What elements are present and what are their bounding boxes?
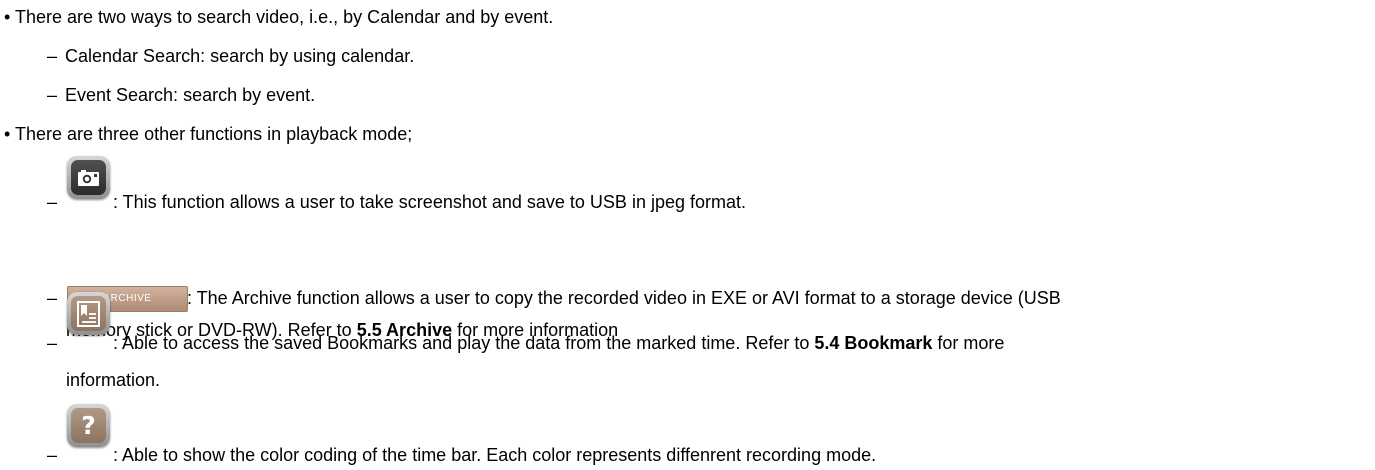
dash: – [47,288,58,308]
sub-item-event-search: – Event Search: search by event. [47,84,315,106]
screenshot-description: : This function allows a user to take sc… [113,192,746,212]
bullet-glyph: • [4,124,11,144]
dash: – [47,46,58,66]
sub-item-text: Event Search: search by event. [65,85,316,105]
bullet-text: There are two ways to search video, i.e.… [15,7,554,27]
dash: – [47,192,58,212]
question-mark-glyph: ? [81,411,96,440]
sub-item-bookmark: – [47,332,65,354]
dash: – [47,85,58,105]
bookmark-button[interactable] [67,292,110,335]
bookmark-icon [71,296,106,331]
bookmark-text-end: for more [932,333,1005,353]
question-mark-icon: ? [71,408,106,443]
help-button[interactable]: ? [67,404,110,447]
sub-item-help: – [47,444,65,466]
sub-item-archive: – [47,287,65,309]
bullet-glyph: • [4,7,11,27]
bookmark-description-continued: information. [66,370,161,390]
bookmark-description: : Able to access the saved Bookmarks and… [113,332,1004,354]
bookmark-section-ref: 5.4 Bookmark [814,333,933,353]
help-description: : Able to show the color coding of the t… [113,445,877,465]
dash: – [47,333,58,353]
dash: – [47,445,58,465]
camera-icon [71,160,106,195]
camera-button[interactable] [67,156,110,199]
sub-item-screenshot: – [47,191,65,213]
bullet-item-playback-functions: • There are three other functions in pla… [4,123,412,145]
sub-item-text: Calendar Search: search by using calenda… [65,46,415,66]
archive-description: : The Archive function allows a user to … [187,288,1061,308]
bookmark-text: : Able to access the saved Bookmarks and… [113,333,815,353]
sub-item-calendar-search: – Calendar Search: search by using calend… [47,45,414,67]
bullet-text: There are three other functions in playb… [15,124,413,144]
bullet-item-search-ways: • There are two ways to search video, i.… [4,6,553,28]
